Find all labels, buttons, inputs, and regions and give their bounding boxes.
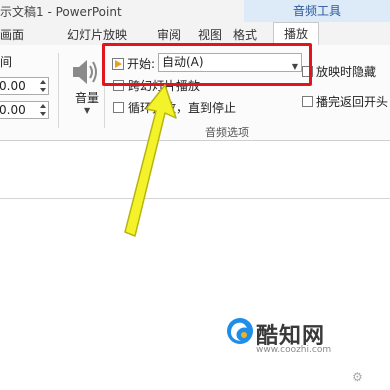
coozhi-logo-icon [227, 318, 253, 344]
annotation-arrow-icon [124, 84, 177, 237]
watermark-url: www.coozhi.com [256, 345, 332, 355]
settings-icon: ⚙ [352, 370, 363, 384]
